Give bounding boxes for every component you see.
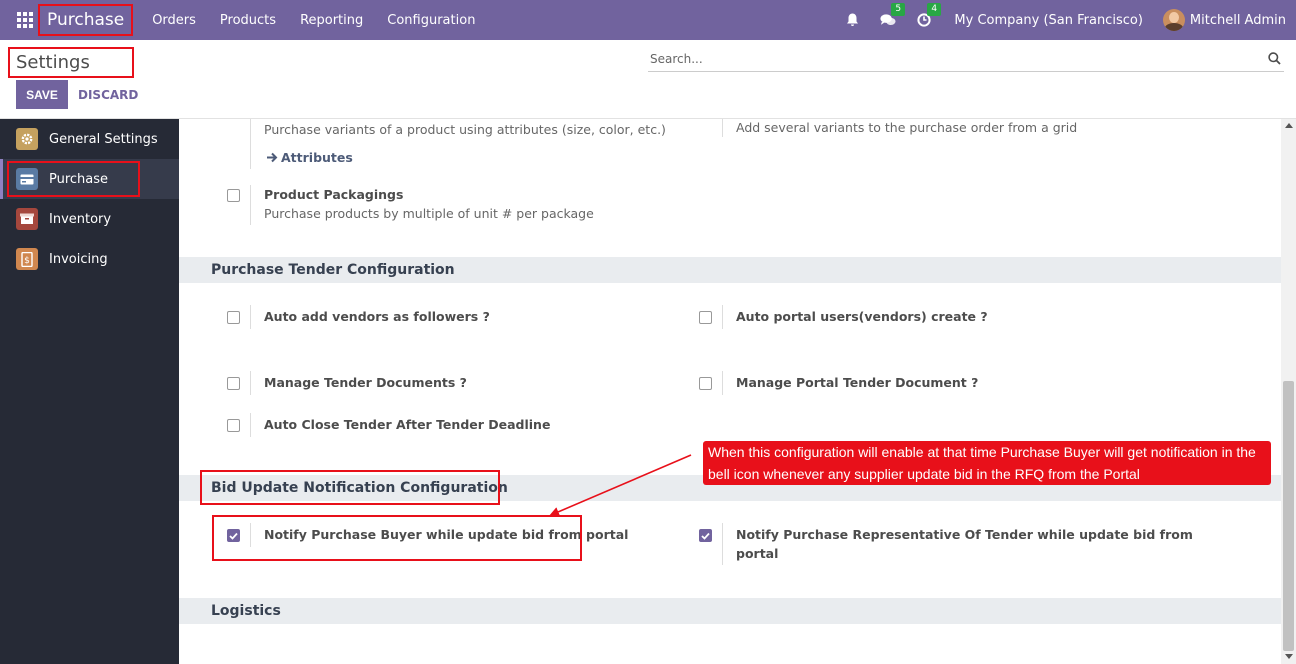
menu-products[interactable]: Products	[208, 13, 288, 28]
search-icon[interactable]	[1264, 49, 1284, 69]
messages-icon[interactable]: 5	[880, 3, 906, 28]
user-menu[interactable]: Mitchell Admin	[1190, 13, 1286, 28]
activities-badge: 4	[927, 3, 942, 16]
scroll-up-arrow-icon[interactable]	[1285, 123, 1293, 128]
messages-badge: 5	[891, 3, 906, 16]
app-name-purchase[interactable]: Purchase	[38, 4, 134, 36]
control-panel: Settings SAVE DISCARD	[0, 40, 1296, 119]
discard-button[interactable]: DISCARD	[78, 80, 138, 109]
annotation-arrow	[549, 454, 692, 517]
svg-text:$: $	[24, 256, 30, 266]
user-avatar[interactable]	[1162, 9, 1185, 31]
page-title: Settings	[8, 47, 134, 78]
navbar-systray: 5 4 My Company (San Francisco) Mitchell …	[834, 3, 1296, 31]
save-button[interactable]: SAVE	[16, 80, 68, 109]
sidebar-item-purchase[interactable]: Purchase	[0, 159, 179, 199]
top-navbar: Purchase Orders Products Reporting Confi…	[0, 0, 1296, 40]
company-switcher[interactable]: My Company (San Francisco)	[954, 13, 1142, 28]
apps-grid-icon[interactable]	[17, 12, 33, 28]
annotation-highlight-box	[7, 161, 140, 197]
settings-content: Purchase variants of a product using att…	[179, 119, 1281, 664]
sidebar-item-general-settings[interactable]: General Settings	[0, 119, 179, 159]
content-scrollbar[interactable]	[1281, 119, 1296, 664]
sidebar-item-label: Invoicing	[49, 251, 108, 267]
sidebar-item-label: General Settings	[49, 131, 158, 147]
menu-reporting[interactable]: Reporting	[288, 13, 375, 28]
menu-configuration[interactable]: Configuration	[375, 13, 487, 28]
activities-clock-icon[interactable]: 4	[916, 3, 942, 28]
sidebar-item-inventory[interactable]: Inventory	[0, 199, 179, 239]
scroll-down-arrow-icon[interactable]	[1285, 654, 1293, 659]
settings-sidebar: General Settings Purchase Inventory $ In…	[0, 119, 179, 664]
invoice-dollar-icon: $	[16, 248, 38, 270]
gear-icon	[16, 128, 38, 150]
main-menu: Orders Products Reporting Configuration	[140, 13, 487, 28]
search-input[interactable]	[648, 51, 1264, 66]
section-title-logistics: Logistics	[179, 598, 1281, 624]
menu-orders[interactable]: Orders	[140, 13, 208, 28]
search-bar	[648, 46, 1284, 72]
inventory-box-icon	[16, 208, 38, 230]
sidebar-item-label: Inventory	[49, 211, 112, 227]
sidebar-item-invoicing[interactable]: $ Invoicing	[0, 239, 179, 279]
scrollbar-thumb[interactable]	[1283, 381, 1294, 651]
bell-icon[interactable]	[844, 12, 860, 28]
